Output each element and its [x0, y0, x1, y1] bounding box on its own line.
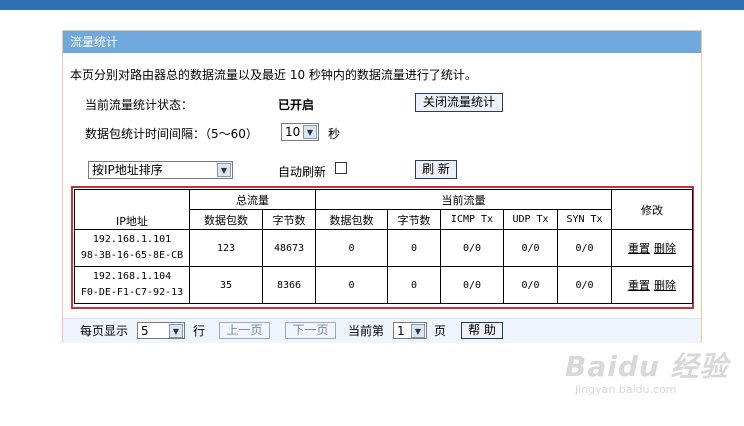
col-header-current-packets: 数据包数	[315, 209, 388, 230]
group-header-total: 总流量	[189, 189, 316, 210]
auto-refresh-checkbox[interactable]	[335, 162, 347, 174]
sort-select-value: 按IP地址排序	[92, 163, 163, 177]
interval-unit: 秒	[328, 127, 341, 141]
interval-label: 数据包统计时间间隔：（5～60）	[85, 127, 258, 141]
total-bytes: 48673	[262, 229, 316, 267]
icmp-tx: 0/0	[440, 229, 504, 267]
current-page-select-value: 1	[397, 324, 405, 338]
current-bytes: 0	[387, 229, 441, 267]
row-unit: 行	[193, 324, 206, 338]
col-header-modify: 修改	[611, 189, 693, 230]
traffic-stats-panel: 流量统计 本页分别对路由器总的数据流量以及最近 10 秒钟内的数据流量进行了统计…	[62, 30, 702, 343]
total-bytes: 8366	[262, 266, 316, 304]
col-header-udp: UDP Tx	[503, 209, 558, 230]
delete-link[interactable]: 删除	[654, 242, 676, 255]
status-value: 已开启	[278, 98, 315, 112]
refresh-button[interactable]: 刷 新	[415, 160, 457, 179]
top-bar	[0, 0, 744, 10]
per-page-select-value: 5	[141, 324, 149, 338]
chevron-down-icon: ▼	[217, 163, 231, 177]
col-header-total-packets: 数据包数	[189, 209, 263, 230]
col-header-syn: SYN Tx	[557, 209, 612, 230]
table-row: 192.168.1.104 F0-DE-F1-C7-92-13 35 8366 …	[74, 266, 693, 304]
watermark: Baidu 经验 jingyan.baidu.com	[565, 345, 729, 396]
page-unit: 页	[434, 324, 447, 338]
col-header-total-bytes: 字节数	[262, 209, 316, 230]
modify-cell: 重置 删除	[611, 266, 693, 304]
reset-link[interactable]: 重置	[628, 242, 650, 255]
ip-mac-cell: 192.168.1.101 98-3B-16-65-8E-CB	[74, 229, 190, 267]
help-button[interactable]: 帮 助	[461, 322, 503, 339]
panel-title: 流量统计	[63, 31, 701, 53]
page-description: 本页分别对路由器总的数据流量以及最近 10 秒钟内的数据流量进行了统计。	[70, 68, 477, 82]
table-row: 192.168.1.101 98-3B-16-65-8E-CB 123 4867…	[74, 229, 693, 267]
per-page-label: 每页显示	[80, 324, 129, 338]
chevron-down-icon: ▼	[169, 324, 183, 338]
syn-tx: 0/0	[557, 266, 612, 304]
current-packets: 0	[315, 266, 388, 304]
modify-cell: 重置 删除	[611, 229, 693, 267]
col-header-icmp: ICMP Tx	[440, 209, 504, 230]
ip-address: 192.168.1.104	[92, 271, 172, 282]
col-header-ip: IP地址	[74, 189, 190, 230]
per-page-select[interactable]: 5 ▼	[137, 322, 185, 339]
toggle-stats-button[interactable]: 关闭流量统计	[415, 93, 503, 112]
group-header-current: 当前流量	[315, 189, 612, 210]
interval-select-value: 10	[285, 125, 301, 139]
sort-select[interactable]: 按IP地址排序 ▼	[88, 161, 233, 179]
current-packets: 0	[315, 229, 388, 267]
interval-select[interactable]: 10 ▼	[281, 123, 319, 141]
chevron-down-icon: ▼	[303, 125, 317, 139]
watermark-logo: Baidu 经验	[565, 350, 729, 383]
reset-link[interactable]: 重置	[628, 279, 650, 292]
col-header-current-bytes: 字节数	[387, 209, 441, 230]
total-packets: 35	[189, 266, 263, 304]
traffic-table: IP地址 总流量 当前流量 修改 数据包数 字节数 数据包数 字节数 ICMP …	[74, 189, 693, 304]
next-page-button[interactable]: 下一页	[285, 322, 336, 339]
syn-tx: 0/0	[557, 229, 612, 267]
current-page-select[interactable]: 1 ▼	[393, 322, 427, 339]
ip-mac-cell: 192.168.1.104 F0-DE-F1-C7-92-13	[74, 266, 190, 304]
total-packets: 123	[189, 229, 263, 267]
mac-address: F0-DE-F1-C7-92-13	[80, 287, 184, 298]
udp-tx: 0/0	[503, 266, 558, 304]
delete-link[interactable]: 删除	[654, 279, 676, 292]
pager-bar: 每页显示 5 ▼ 行 上一页 下一页 当前第 1 ▼ 页 帮 助	[63, 318, 701, 343]
current-bytes: 0	[387, 266, 441, 304]
prev-page-button[interactable]: 上一页	[219, 322, 270, 339]
current-page-label: 当前第	[348, 324, 385, 338]
status-label: 当前流量统计状态：	[85, 98, 194, 112]
udp-tx: 0/0	[503, 229, 558, 267]
ip-address: 192.168.1.101	[92, 234, 172, 245]
icmp-tx: 0/0	[440, 266, 504, 304]
mac-address: 98-3B-16-65-8E-CB	[80, 250, 184, 261]
chevron-down-icon: ▼	[411, 324, 425, 338]
auto-refresh-label: 自动刷新	[278, 165, 327, 179]
